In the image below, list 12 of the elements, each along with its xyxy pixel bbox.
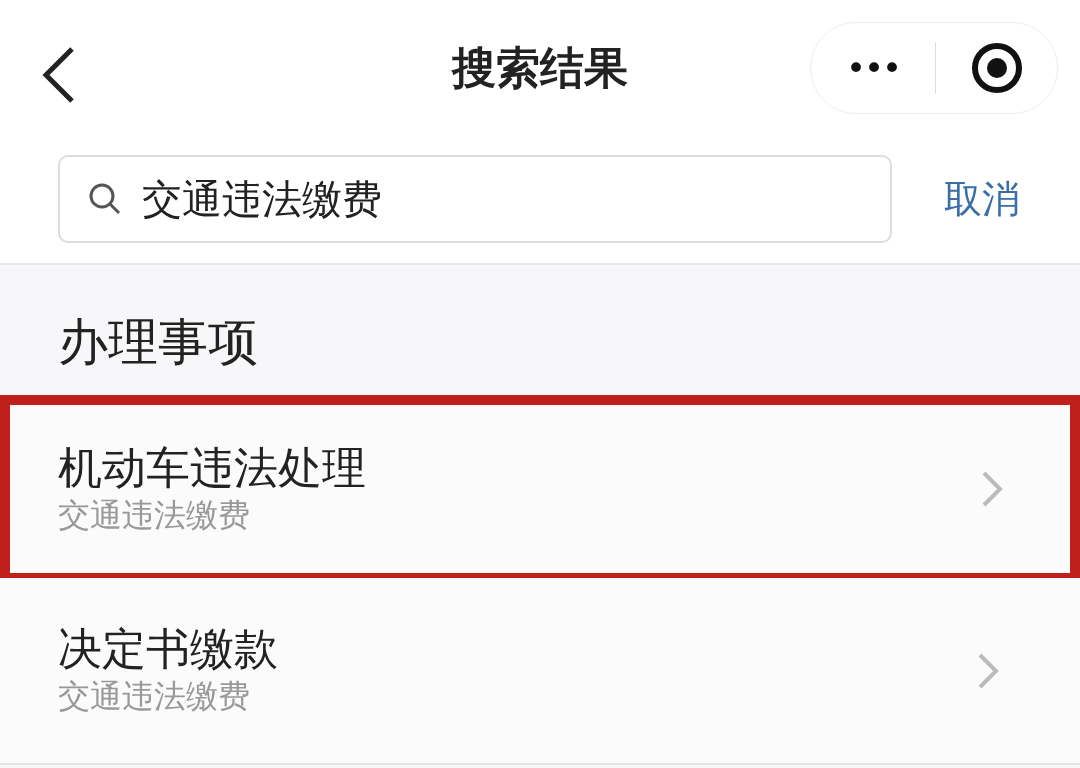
item-title: 决定书缴款 (58, 623, 278, 677)
cancel-button[interactable]: 取消 (942, 170, 1022, 228)
item-subtitle: 交通违法缴费 (58, 676, 251, 718)
back-icon[interactable] (40, 45, 76, 105)
item-subtitle: 交通违法缴费 (58, 494, 251, 536)
page-title: 搜索结果 (452, 40, 628, 95)
more-button[interactable]: ••• (811, 51, 935, 85)
result-item[interactable]: 决定书缴款 交通违法缴费 (0, 578, 1080, 765)
chevron-icon (980, 469, 1004, 509)
item-title: 机动车违法处理 (58, 441, 366, 495)
section-heading: 办理事项 (58, 313, 258, 371)
search-field[interactable]: 交通违法缴费 (58, 155, 892, 243)
